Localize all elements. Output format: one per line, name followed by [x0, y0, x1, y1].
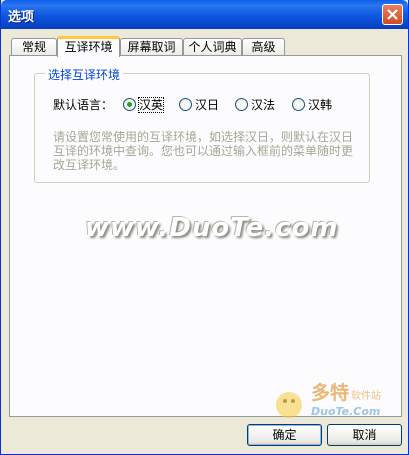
svg-text:DuoTe.Com: DuoTe.Com: [311, 405, 380, 418]
env-description: 请设置您常使用的互译环境，如选择汉日，则默认在汉日互译的环境中查询。您也可以通过…: [53, 130, 354, 172]
window-title: 选项: [8, 10, 35, 25]
tab-personal-dictionary[interactable]: 个人词典: [183, 38, 242, 55]
tab-translation-env[interactable]: 互译环境: [57, 36, 120, 57]
radio-han-jp[interactable]: 汉日: [179, 96, 219, 112]
radio-unchecked-icon[interactable]: [235, 98, 248, 111]
tab-general[interactable]: 常规: [11, 38, 57, 55]
group-title: 选择互译环境: [45, 66, 124, 83]
svg-text:多特: 多特: [311, 381, 349, 404]
options-dialog: 选项 常规 互译环境 屏幕取词 个人词典 高级 选择互译环境 默认语言： 汉英 …: [0, 0, 409, 455]
ok-button[interactable]: 确定: [247, 424, 322, 446]
cancel-button[interactable]: 取消: [327, 424, 402, 446]
radio-label: 汉韩: [308, 98, 333, 112]
close-icon: [387, 9, 398, 20]
default-language-label: 默认语言：: [53, 98, 114, 112]
tab-advanced[interactable]: 高级: [242, 38, 285, 55]
watermark-text: www.DuoTe.com: [85, 213, 339, 243]
title-bar[interactable]: 选项: [1, 0, 408, 29]
radio-han-kr[interactable]: 汉韩: [292, 96, 332, 112]
translation-env-group: 选择互译环境 默认语言： 汉英 汉日 汉法 汉韩 请设置您常使用的互译环境，如选…: [34, 66, 370, 183]
close-button[interactable]: [382, 4, 403, 25]
tab-screen-capture[interactable]: 屏幕取词: [120, 38, 183, 55]
radio-unchecked-icon[interactable]: [179, 98, 192, 111]
radio-label: 汉英: [137, 97, 165, 113]
radio-checked-icon[interactable]: [123, 98, 136, 111]
radio-han-fr[interactable]: 汉法: [235, 96, 275, 112]
radio-unchecked-icon[interactable]: [292, 98, 305, 111]
radio-label: 汉日: [195, 98, 220, 112]
radio-han-en[interactable]: 汉英: [123, 96, 165, 113]
svg-text:软件站: 软件站: [351, 389, 381, 402]
radio-label: 汉法: [251, 98, 276, 112]
